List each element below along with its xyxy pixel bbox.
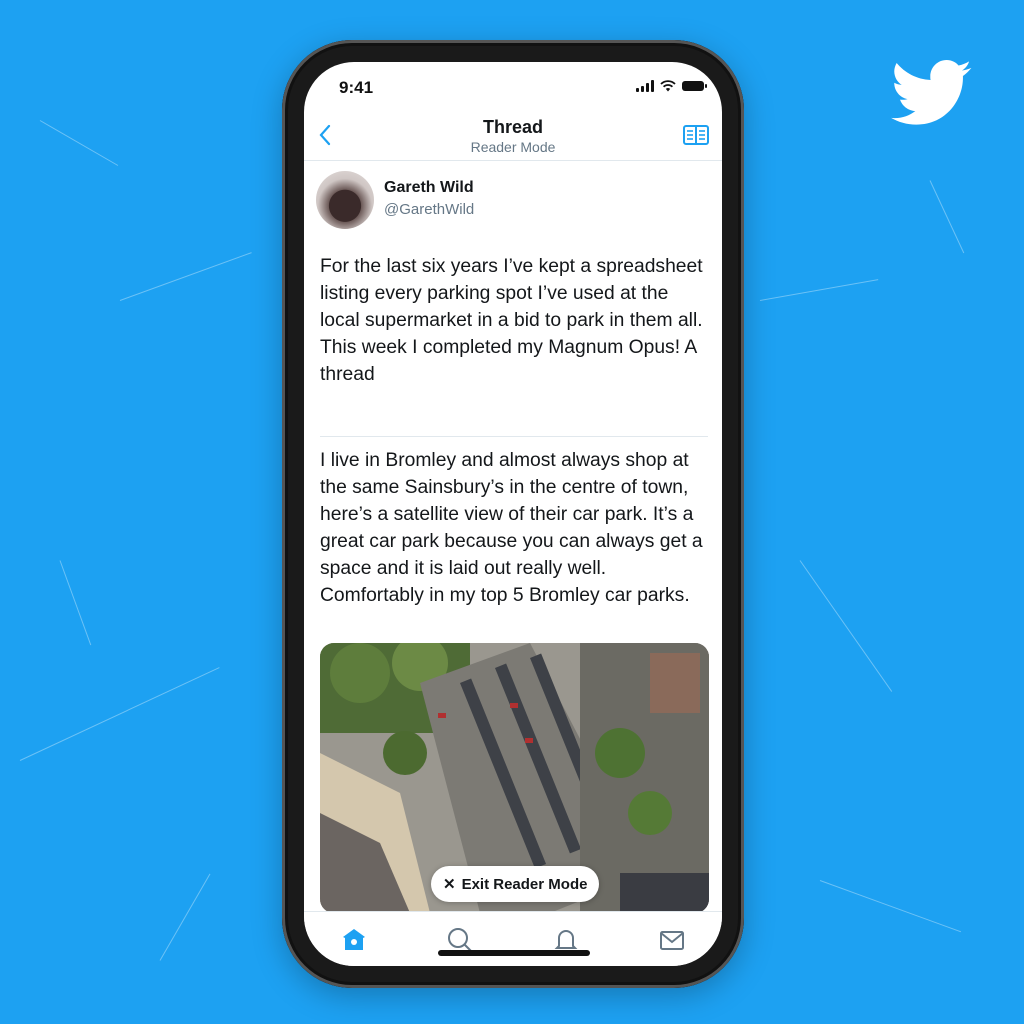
phone-screen: 9:41 Thread Reader Mode Gareth Wild @Gar… [304,62,722,966]
battery-icon [682,81,707,91]
phone-frame: 9:41 Thread Reader Mode Gareth Wild @Gar… [282,40,744,988]
author-handle: @GarethWild [384,200,475,218]
home-indicator[interactable] [438,950,590,956]
nav-bar: Thread Reader Mode [304,112,722,161]
page-subtitle: Reader Mode [470,139,556,155]
close-icon: ✕ [443,876,456,893]
status-bar: 9:41 [304,62,722,112]
thread-content: Gareth Wild @GarethWild For the last six… [304,161,722,911]
exit-reader-mode-button[interactable]: ✕ Exit Reader Mode [431,866,600,902]
author-name: Gareth Wild [384,178,474,196]
wifi-icon [660,80,676,92]
home-icon[interactable] [340,926,368,954]
status-time: 9:41 [339,78,374,97]
mail-icon[interactable] [658,926,686,954]
open-book-icon[interactable] [682,124,710,146]
tweet-text: For the last six years I’ve kept a sprea… [320,256,703,385]
tweet-text: I live in Bromley and almost always shop… [320,450,703,606]
page-title: Thread [482,117,543,137]
avatar[interactable] [316,171,374,229]
tab-bar [304,911,722,966]
cellular-signal-icon [636,80,654,92]
tweet-author[interactable]: Gareth Wild @GarethWild [316,171,474,229]
tweet-divider [320,436,708,437]
twitter-bird-icon [890,60,972,125]
exit-reader-mode-label: Exit Reader Mode [461,875,588,893]
